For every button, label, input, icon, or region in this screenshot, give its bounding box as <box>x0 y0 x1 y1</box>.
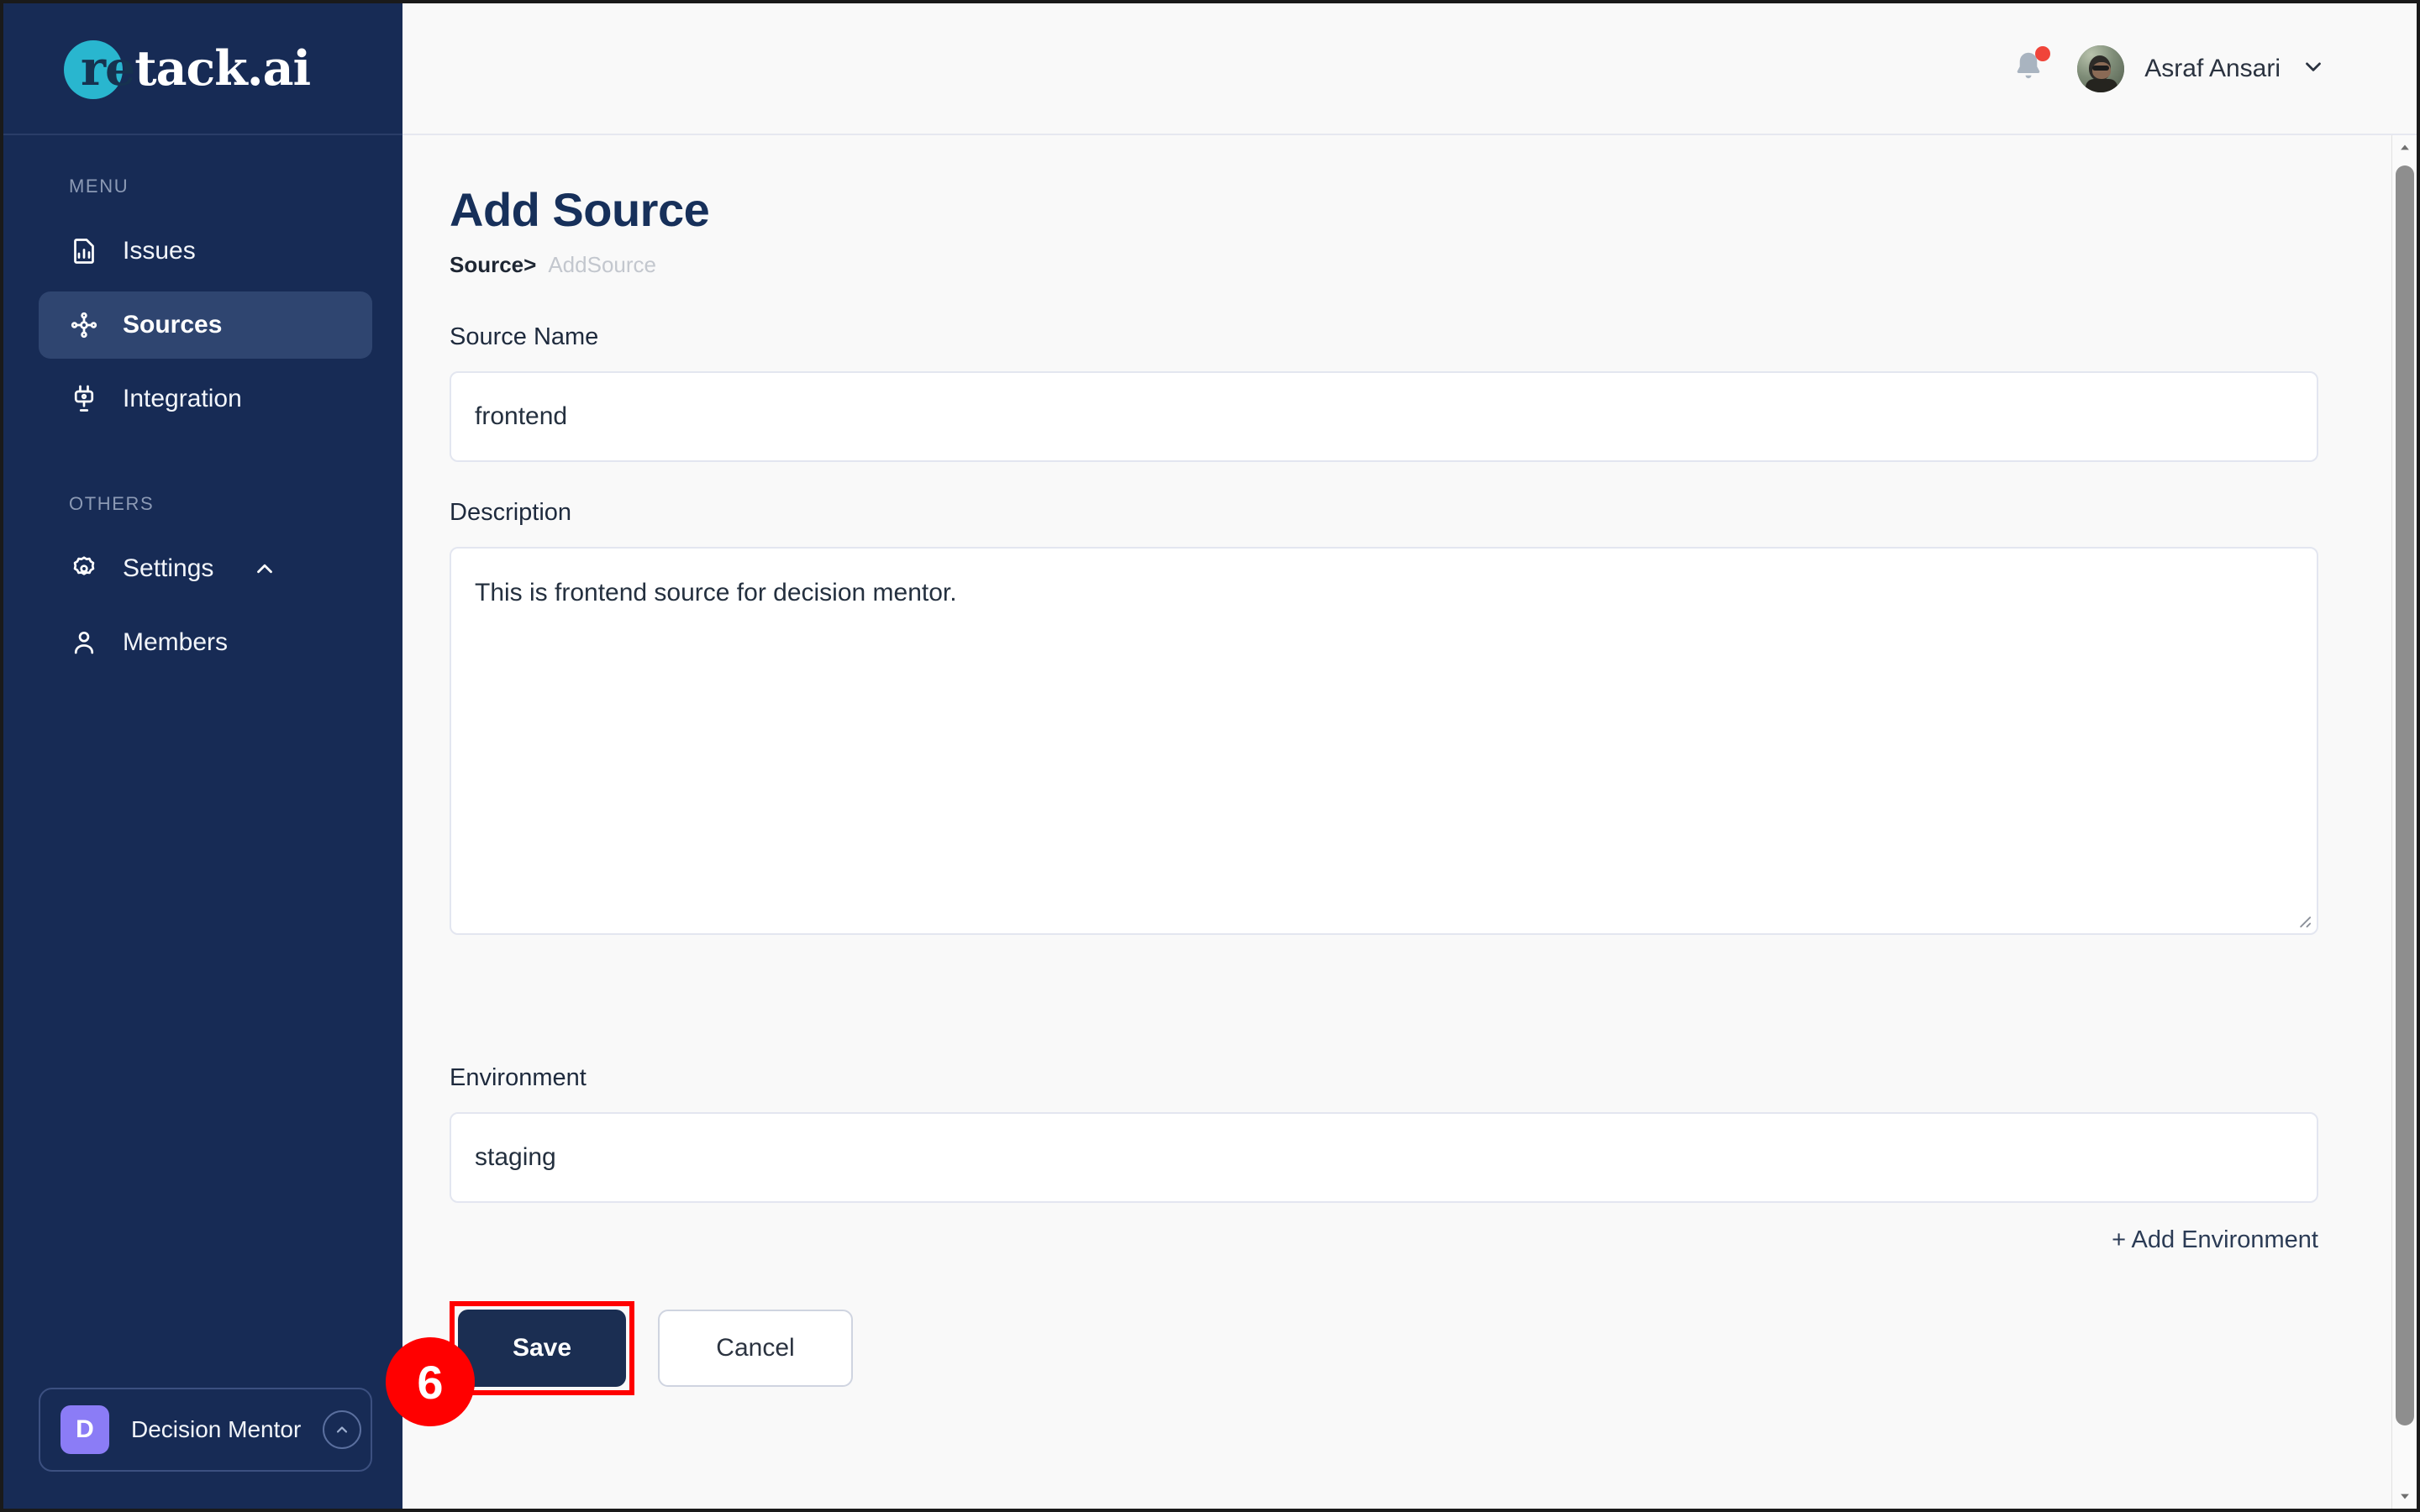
workspace-switcher[interactable]: D Decision Mentor <box>39 1388 372 1472</box>
menu-heading: MENU <box>69 176 129 197</box>
form-actions: Save Cancel <box>450 1301 2314 1446</box>
content-scroll-region: Add Source Source > AddSource Source Nam… <box>402 135 2417 1509</box>
environment-field: Environment + Add Environment <box>450 1064 2318 1254</box>
breadcrumb-current: AddSource <box>548 252 656 277</box>
plug-icon <box>69 384 99 414</box>
cancel-button[interactable]: Cancel <box>658 1310 853 1387</box>
workspace-avatar: D <box>60 1405 109 1454</box>
breadcrumb: Source > AddSource <box>450 252 2314 278</box>
logo-prefix: re <box>81 39 135 97</box>
nodes-icon <box>69 310 99 340</box>
source-name-label: Source Name <box>450 323 599 350</box>
page-content: Add Source Source > AddSource Source Nam… <box>402 135 2417 1446</box>
user-name: Asraf Ansari <box>2144 54 2281 82</box>
user-menu[interactable]: Asraf Ansari <box>2077 45 2326 92</box>
description-field: Description <box>450 499 2318 935</box>
notifications-button[interactable] <box>2010 45 2051 90</box>
chevron-up-icon[interactable] <box>252 556 277 581</box>
source-name-field: Source Name <box>450 323 2318 462</box>
sidebar-item-sources[interactable]: Sources <box>39 291 372 359</box>
main-area: Asraf Ansari Add Source Source > AddSour… <box>402 3 2417 1509</box>
vertical-scrollbar[interactable] <box>2391 135 2417 1509</box>
brand-logo[interactable]: retack.ai <box>3 3 402 135</box>
user-icon <box>69 627 99 658</box>
sidebar-item-label: Issues <box>123 237 196 265</box>
app-window: retack.ai MENU Issues Sources Integratio… <box>0 0 2420 1512</box>
sidebar: retack.ai MENU Issues Sources Integratio… <box>3 3 402 1509</box>
scrollbar-track[interactable] <box>2392 160 2417 1483</box>
workspace-name: Decision Mentor <box>131 1416 302 1442</box>
chevron-down-icon[interactable] <box>2301 54 2326 83</box>
field-gap <box>450 972 2314 1064</box>
description-textarea[interactable] <box>450 547 2318 935</box>
scroll-down-arrow-icon[interactable] <box>2392 1483 2417 1509</box>
notification-dot <box>2035 45 2051 61</box>
menu-section: MENU Issues Sources Integration <box>3 135 402 439</box>
page-title: Add Source <box>450 183 710 236</box>
add-environment-button[interactable]: + Add Environment <box>450 1226 2318 1254</box>
scrollbar-thumb[interactable] <box>2396 165 2414 1425</box>
logo-suffix: tack.ai <box>134 39 311 97</box>
sidebar-item-label: Sources <box>123 311 223 339</box>
others-section: OTHERS Settings Members <box>3 493 402 683</box>
scroll-up-arrow-icon[interactable] <box>2392 135 2417 160</box>
annotation-step-badge: 6 <box>386 1337 475 1426</box>
save-button[interactable]: Save <box>458 1310 626 1387</box>
sidebar-item-members[interactable]: Members <box>39 609 372 676</box>
environment-label: Environment <box>450 1064 587 1091</box>
breadcrumb-separator: > <box>523 252 537 277</box>
description-label: Description <box>450 499 572 526</box>
document-chart-icon <box>69 236 99 266</box>
gear-icon <box>69 554 99 584</box>
save-button-highlight-wrap: Save <box>450 1301 634 1395</box>
breadcrumb-parent[interactable]: Source <box>450 252 523 278</box>
sidebar-item-issues[interactable]: Issues <box>39 218 372 285</box>
others-heading: OTHERS <box>69 493 155 514</box>
sidebar-item-label: Settings <box>123 554 214 582</box>
sidebar-item-integration[interactable]: Integration <box>39 365 372 433</box>
sidebar-item-settings[interactable]: Settings <box>39 535 372 602</box>
environment-input[interactable] <box>450 1112 2318 1203</box>
avatar <box>2077 45 2125 92</box>
top-header: Asraf Ansari <box>402 3 2417 135</box>
source-name-input[interactable] <box>450 371 2318 462</box>
chevron-up-circle-icon[interactable] <box>323 1410 362 1449</box>
sidebar-item-label: Integration <box>123 385 242 412</box>
sidebar-item-label: Members <box>123 628 229 656</box>
